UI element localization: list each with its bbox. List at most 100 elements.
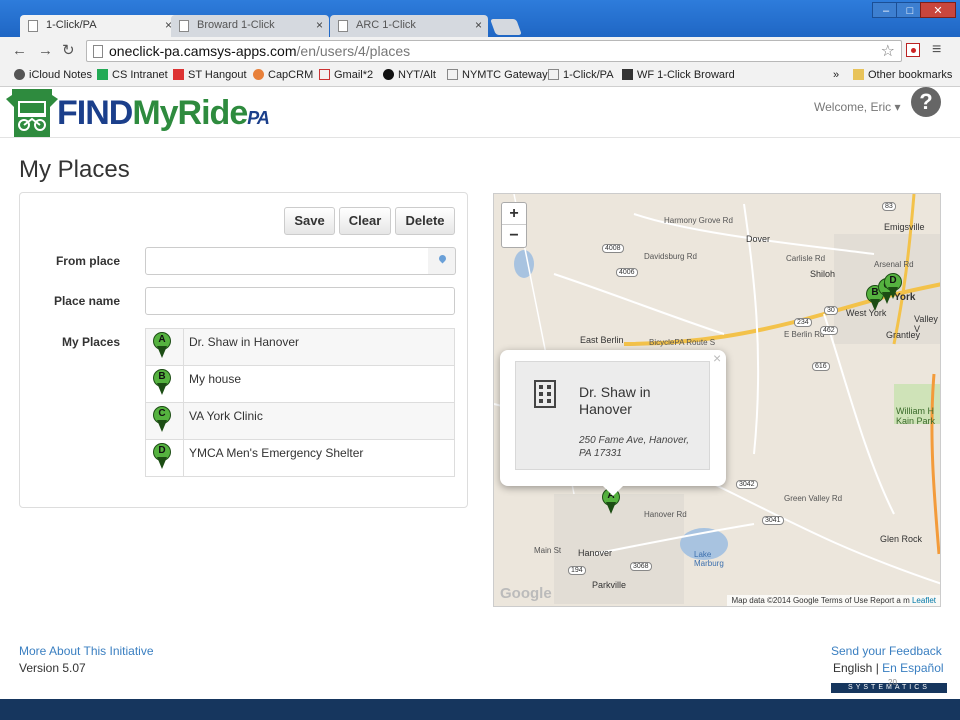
find-my-ride-logo[interactable]: FINDMyRidePA	[57, 93, 270, 138]
place-row-b[interactable]: B My house	[145, 365, 455, 403]
route-shield: 30	[824, 306, 838, 315]
popup-title: Dr. Shaw in Hanover	[579, 384, 651, 417]
map-pin-icon	[437, 253, 448, 264]
from-place-input[interactable]	[145, 247, 429, 275]
map-town-label: Glen Rock	[880, 534, 923, 544]
delete-button[interactable]: Delete	[395, 207, 455, 235]
map-town-label: Valley V	[914, 314, 938, 334]
capcrm-icon	[253, 69, 264, 80]
bookmark-nymtc[interactable]: NYMTC Gateway	[447, 69, 548, 81]
logo-pa: PA	[247, 108, 270, 128]
marker-letter: B	[158, 371, 166, 382]
clear-button[interactable]: Clear	[339, 207, 391, 235]
place-name-cell: Dr. Shaw in Hanover	[183, 328, 455, 366]
map-marker-d[interactable]: D	[884, 273, 902, 301]
place-name-cell: YMCA Men's Emergency Shelter	[183, 439, 455, 477]
page-icon	[338, 20, 348, 32]
place-row-c[interactable]: C VA York Clinic	[145, 402, 455, 440]
lang-english[interactable]: English	[833, 661, 872, 675]
tab-1click-pa[interactable]: 1-Click/PA ×	[20, 15, 178, 37]
menu-icon[interactable]: ≡	[932, 41, 941, 59]
bookmark-capcrm[interactable]: CapCRM	[253, 69, 313, 81]
page-title: My Places	[19, 156, 130, 183]
tab-broward[interactable]: Broward 1-Click ×	[171, 15, 329, 37]
slide-number: 20	[888, 678, 897, 687]
google-plus-icon	[173, 69, 184, 80]
tab-arc[interactable]: ARC 1-Click ×	[330, 15, 488, 37]
app-header: FINDMyRidePA Welcome, Eric ▾ ?	[0, 87, 960, 138]
places-map[interactable]: Harmony Grove Rd Davidsburg Rd Carlisle …	[493, 193, 941, 607]
bookmarks-overflow[interactable]: »	[833, 69, 839, 81]
bookmark-label: ST Hangout	[188, 69, 247, 81]
welcome-user-dropdown[interactable]: Welcome, Eric ▾	[814, 100, 900, 114]
leaflet-link[interactable]: Leaflet	[912, 596, 936, 605]
bottom-band	[0, 699, 960, 720]
place-name-input[interactable]	[145, 287, 455, 315]
route-shield: 3068	[630, 562, 652, 571]
marker-letter: A	[158, 334, 166, 345]
extension-icon[interactable]	[906, 43, 920, 57]
close-icon[interactable]: ×	[475, 18, 482, 32]
popup-address: 250 Fame Ave, Hanover, PA 17331	[579, 435, 690, 459]
place-name-label: Place name	[53, 294, 120, 308]
zoom-in-button[interactable]: +	[502, 203, 526, 225]
bookmark-label: 1-Click/PA	[563, 69, 614, 81]
url-path: /en/users/4/places	[296, 43, 411, 59]
map-marker-icon: D	[153, 443, 171, 471]
reload-icon[interactable]: ↻	[62, 42, 75, 60]
map-town-label: Emigsville	[884, 222, 925, 232]
bookmark-nyt[interactable]: NYT/Alt	[383, 69, 436, 81]
map-water-label: Lake Marburg	[694, 550, 724, 568]
bookmark-label: iCloud Notes	[29, 69, 92, 81]
map-road-label: Carlisle Rd	[786, 254, 826, 263]
map-attribution: Map data ©2014 Google Terms of Use Repor…	[727, 595, 940, 606]
address-bar[interactable]: oneclick-pa.camsys-apps.com/en/users/4/p…	[86, 40, 902, 62]
bookmark-label: CapCRM	[268, 69, 314, 81]
marker-letter: D	[889, 275, 897, 286]
bookmark-st-hangout[interactable]: ST Hangout	[173, 69, 247, 81]
other-bookmarks[interactable]: Other bookmarks	[853, 69, 952, 81]
route-shield: 462	[820, 326, 838, 335]
back-arrow-icon[interactable]: ←	[12, 42, 27, 60]
map-road-label: Green Valley Rd	[784, 494, 843, 503]
save-button[interactable]: Save	[284, 207, 335, 235]
apple-icon	[14, 69, 25, 80]
google-logo: Google	[500, 585, 552, 602]
building-icon	[534, 380, 556, 408]
bookmark-icloud-notes[interactable]: iCloud Notes	[14, 69, 92, 81]
gmail-icon	[319, 69, 330, 80]
bookmark-wf-broward[interactable]: WF 1-Click Broward	[622, 69, 735, 81]
browser-tabbar: 1-Click/PA × Broward 1-Click × ARC 1-Cli…	[0, 0, 960, 37]
forward-arrow-icon[interactable]: →	[38, 42, 53, 60]
bookmark-cs-intranet[interactable]: CS Intranet	[97, 69, 168, 81]
bookmark-star-icon[interactable]: ☆	[881, 41, 895, 61]
bookmarks-bar: iCloud Notes CS Intranet ST Hangout CapC…	[0, 65, 960, 87]
zoom-out-button[interactable]: −	[502, 225, 526, 247]
bookmark-label: NYMTC Gateway	[462, 69, 548, 81]
place-row-a[interactable]: A Dr. Shaw in Hanover	[145, 328, 455, 366]
place-row-d[interactable]: D YMCA Men's Emergency Shelter	[145, 439, 455, 477]
map-town-label: East Berlin	[580, 335, 624, 345]
close-window-button[interactable]: ✕	[920, 2, 956, 18]
keystone-bus-logo-icon	[6, 89, 58, 137]
map-park-label: William H Kain Park	[896, 406, 936, 426]
bookmark-1click-pa[interactable]: 1-Click/PA	[548, 69, 614, 81]
location-pin-button[interactable]	[428, 247, 456, 275]
popup-close-icon[interactable]: ×	[713, 350, 721, 366]
marker-cell: D	[145, 439, 184, 477]
help-icon[interactable]: ?	[911, 87, 941, 117]
map-road-label: E Berlin Rd	[784, 330, 825, 339]
close-icon[interactable]: ×	[316, 18, 323, 32]
more-about-link[interactable]: More About This Initiative	[19, 644, 154, 658]
lang-espanol-link[interactable]: En Español	[882, 661, 943, 675]
logo-find: FIND	[57, 94, 133, 132]
bookmark-gmail[interactable]: Gmail*2	[319, 69, 373, 81]
place-name-cell: My house	[183, 365, 455, 403]
map-marker-icon: A	[153, 332, 171, 360]
feedback-link[interactable]: Send your Feedback	[831, 644, 942, 658]
marker-cell: A	[145, 328, 184, 366]
map-road-label: Harmony Grove Rd	[664, 216, 733, 225]
tab-label: Broward 1-Click	[197, 19, 275, 31]
new-tab-button[interactable]	[490, 19, 522, 35]
version-text: Version 5.07	[19, 661, 86, 675]
